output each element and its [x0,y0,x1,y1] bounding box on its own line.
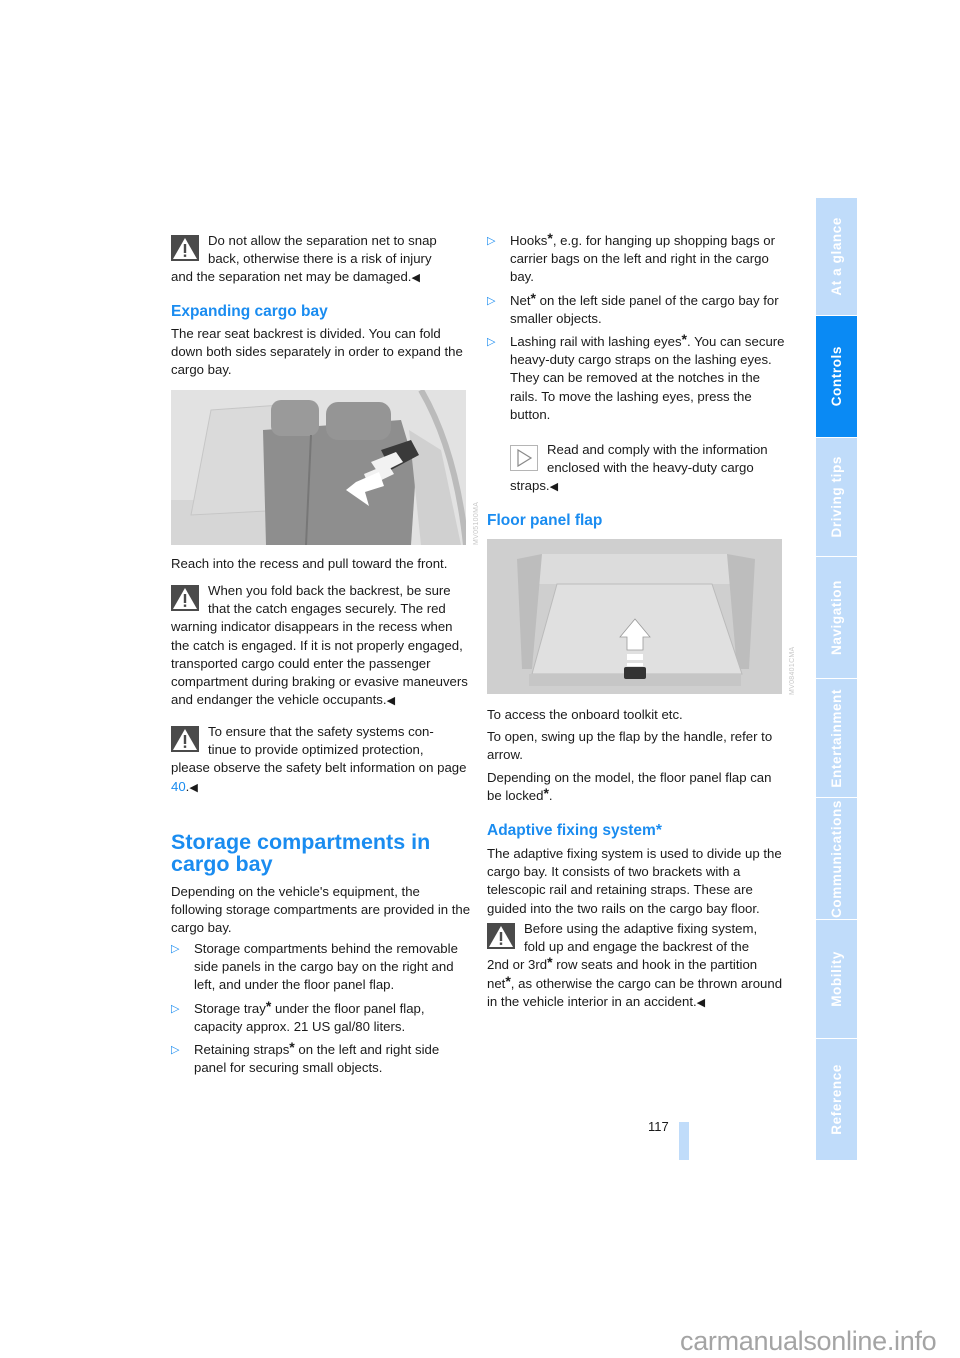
end-mark: ◀ [386,695,396,708]
list-item: ▷ Retaining straps* on the left and righ… [171,1039,440,1076]
heading-storage-compartments: Storage compartments in cargo bay [171,830,431,876]
bullet-triangle-icon: ▷ [487,235,496,247]
list-item: ▷ Storage compartments behind the remova… [171,941,458,993]
image-code: MV05100MA [473,501,480,545]
warning-icon [171,585,199,611]
list-item: ▷ Storage tray* under the floor panel fl… [171,997,425,1034]
tab-reference[interactable]: Reference [816,1039,857,1160]
tab-entertainment[interactable]: Entertainment [816,679,857,797]
end-mark: ◀ [696,996,706,1009]
note-triangle-icon [510,445,538,471]
tab-at-a-glance[interactable]: At a glance [816,198,857,315]
rear-seat-backrest-image [171,390,466,545]
end-mark: ◀ [189,781,198,794]
bullet-triangle-icon: ▷ [487,294,496,307]
end-mark: ◀ [411,272,420,285]
warning-backrest-catch: When you fold back the backrest, be sure… [171,583,468,708]
page-link[interactable]: 40 [171,779,186,794]
watermark: carmanualsonline.info [680,1326,937,1356]
heading-expanding-cargo-bay: Expanding cargo bay [171,303,328,320]
bullet-triangle-icon: ▷ [171,943,180,955]
paragraph: Depending on the model, the floor panel … [487,770,772,804]
paragraph: Depending on the vehicle's equipment, th… [171,884,471,936]
cargo-floor-image [487,539,782,694]
note-cargo-straps: Read and comply with the information enc… [510,442,768,494]
page-number-bar [679,1122,689,1160]
tab-controls[interactable]: Controls [816,316,857,437]
image-code: MV08401CMA [789,646,796,695]
warning-safety-belt: To ensure that the safety systems con- t… [171,724,467,794]
paragraph: To open, swing up the flap by the handle… [487,729,773,763]
tab-navigation[interactable]: Navigation [816,557,857,678]
warning-separation-net: Do not allow the separation net to snap … [171,233,437,285]
heading-floor-panel-flap: Floor panel flap [487,512,603,529]
bullet-triangle-icon: ▷ [487,336,496,349]
list-item: ▷ Lashing rail with lashing eyes*. You c… [487,331,785,422]
end-mark: ◀ [549,481,559,494]
tab-driving-tips[interactable]: Driving tips [816,438,857,556]
bullet-triangle-icon: ▷ [171,1044,180,1057]
bullet-triangle-icon: ▷ [171,1002,180,1015]
paragraph: The adaptive fixing system is used to di… [487,846,782,916]
tab-mobility[interactable]: Mobility [816,920,857,1038]
list-item: ▷ Net* on the left side panel of the car… [487,289,779,326]
heading-adaptive-fixing-system: Adaptive fixing system* [487,822,662,839]
page-number: 117 [648,1119,669,1134]
paragraph: The rear seat backrest is divided. You c… [171,326,463,378]
warning-icon [171,235,199,261]
caption: Reach into the recess and pull toward th… [171,556,448,571]
storage-list: ▷ Storage compartments behind the remova… [171,940,471,1077]
warning-icon [171,726,199,752]
warning-icon [487,923,515,949]
paragraph: To access the onboard toolkit etc. [487,707,683,722]
equipment-list: ▷ Hooks*, e.g. for hanging up shopping b… [487,230,787,424]
tab-communications[interactable]: Communications [816,798,857,919]
list-item: ▷ Hooks*, e.g. for hanging up shopping b… [487,230,775,285]
warning-adaptive-fixing: Before using the adaptive fixing system,… [487,921,783,1009]
